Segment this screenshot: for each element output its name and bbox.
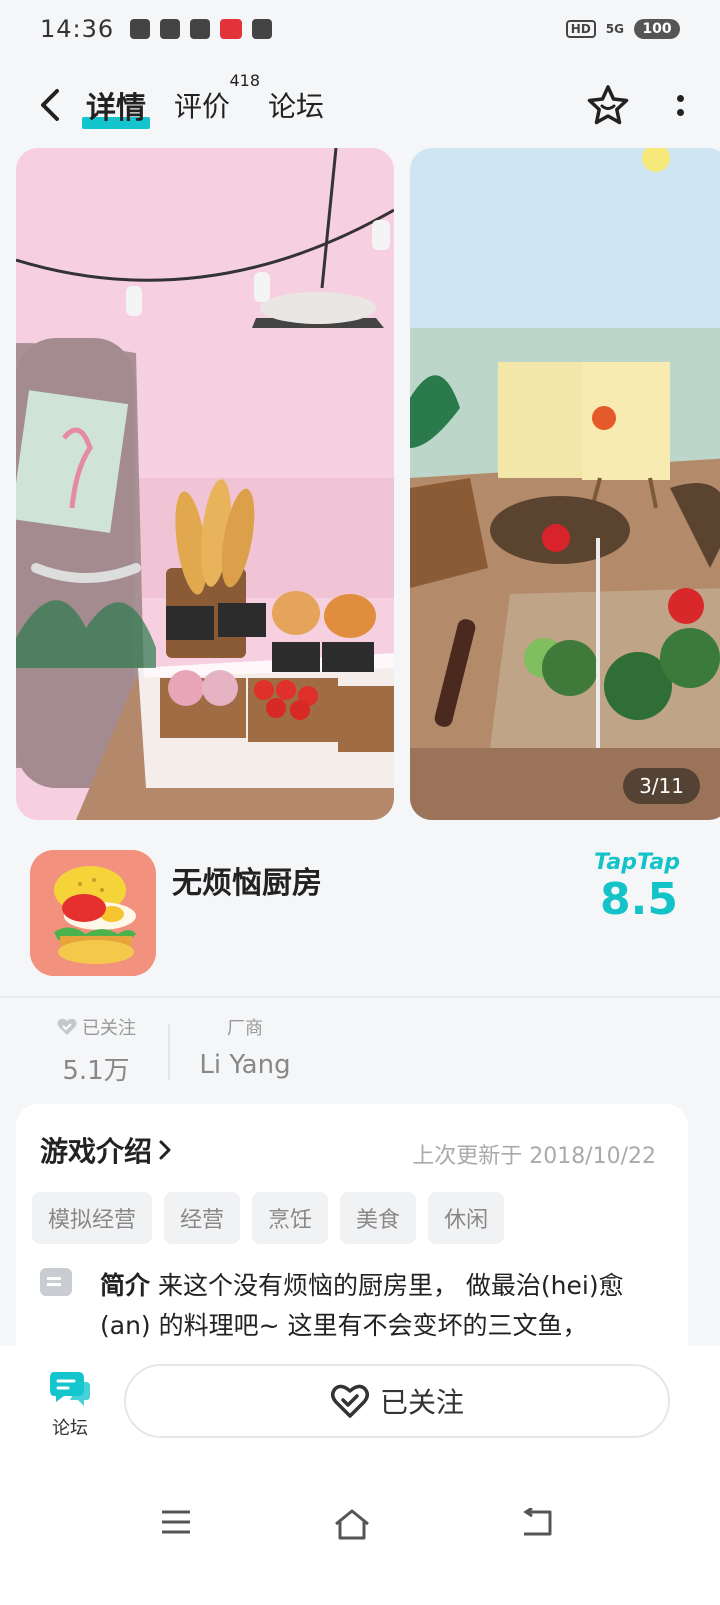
heart-check-icon — [330, 1384, 369, 1418]
tab-reviews[interactable]: 评价 418 — [174, 71, 260, 125]
star-icon[interactable] — [586, 84, 630, 126]
followers-stat[interactable]: 已关注 5.1万 — [46, 1014, 146, 1087]
stat-separator — [168, 1024, 170, 1080]
tag[interactable]: 模拟经营 — [32, 1192, 153, 1244]
reviews-count-badge: 418 — [229, 71, 261, 90]
carousel-page-indicator: 3/11 — [623, 768, 700, 804]
hd-badge: HD — [565, 20, 596, 38]
tag[interactable]: 美食 — [340, 1192, 417, 1244]
tab-forum[interactable]: 论坛 — [268, 85, 324, 125]
battery-icon: 100 — [634, 19, 680, 39]
back-arrow-icon — [41, 89, 59, 121]
follow-button[interactable]: 已关注 — [124, 1364, 670, 1438]
vendor-label: 厂商 — [227, 1018, 263, 1039]
taptap-logo: TapTap — [594, 850, 680, 875]
back-button[interactable] — [30, 85, 70, 125]
stats-row: 已关注 5.1万 厂商 Li Yang — [0, 1014, 720, 1087]
status-time: 14:36 — [40, 15, 115, 43]
burger-icon — [30, 850, 156, 976]
app-notification-icon — [220, 19, 243, 39]
vendor-stat[interactable]: 厂商 Li Yang — [190, 1014, 300, 1080]
location-icon — [130, 19, 151, 39]
forum-button[interactable]: 论坛 — [40, 1368, 100, 1440]
app-name: 无烦恼厨房 — [172, 866, 322, 901]
system-nav-bar — [0, 1496, 720, 1556]
menu-icon[interactable] — [160, 1508, 192, 1536]
heart-check-icon — [57, 1018, 77, 1035]
chevron-right-icon — [159, 1140, 171, 1160]
more-options-button[interactable] — [670, 94, 690, 116]
burger-scene-illustration — [410, 148, 720, 820]
app-info: 无烦恼厨房 TapTap 8.5 — [30, 850, 690, 980]
description-text: 简介 来这个没有烦恼的厨房里， 做最治(hei)愈(an) 的料理吧~ 这里有不… — [100, 1266, 664, 1346]
home-icon[interactable] — [332, 1508, 372, 1540]
tag[interactable]: 烹饪 — [252, 1192, 329, 1244]
forum-label: 论坛 — [52, 1418, 88, 1439]
app-icon — [30, 850, 156, 976]
kitchen-scene-illustration — [16, 148, 394, 820]
game-icon — [190, 19, 211, 39]
chat-bubble-icon — [50, 1372, 90, 1406]
description-label: 简介 — [100, 1271, 151, 1300]
tag[interactable]: 经营 — [164, 1192, 241, 1244]
screenshot-image[interactable]: 3/11 — [410, 148, 720, 820]
description[interactable]: 简介 来这个没有烦恼的厨房里， 做最治(hei)愈(an) 的料理吧~ 这里有不… — [40, 1266, 664, 1346]
follow-label: 已关注 — [379, 1386, 464, 1419]
description-icon — [40, 1268, 72, 1296]
rating-score: 8.5 — [600, 874, 678, 925]
intro-title: 游戏介绍 — [40, 1135, 153, 1168]
status-bar: 14:36 HD 5G 100 — [0, 0, 720, 58]
tab-reviews-label: 评价 — [174, 90, 231, 123]
last-updated: 上次更新于 2018/10/22 — [412, 1144, 656, 1169]
description-body: 来这个没有烦恼的厨房里， 做最治(hei)愈(an) 的料理吧~ 这里有不会变坏… — [100, 1271, 624, 1340]
screenshot-carousel[interactable]: 3/11 — [0, 148, 720, 820]
bottom-action-bar: 论坛 已关注 — [0, 1346, 720, 1605]
tag[interactable]: 休闲 — [428, 1192, 505, 1244]
vendor-value: Li Yang — [199, 1050, 291, 1080]
top-nav: 详情 评价 418 论坛 — [0, 70, 720, 140]
screenshot-image[interactable] — [16, 148, 394, 820]
tab-details[interactable]: 详情 — [82, 83, 150, 129]
play-icon — [252, 19, 273, 39]
clipboard-icon — [160, 19, 181, 39]
followers-value: 5.1万 — [62, 1056, 130, 1086]
tag-list: 模拟经营 经营 烹饪 美食 休闲 — [32, 1192, 664, 1244]
signal-icon: 5G — [605, 22, 624, 36]
followers-label: 已关注 — [82, 1018, 136, 1039]
notification-icons — [130, 19, 273, 39]
back-nav-icon[interactable] — [520, 1508, 554, 1538]
divider — [0, 996, 720, 998]
